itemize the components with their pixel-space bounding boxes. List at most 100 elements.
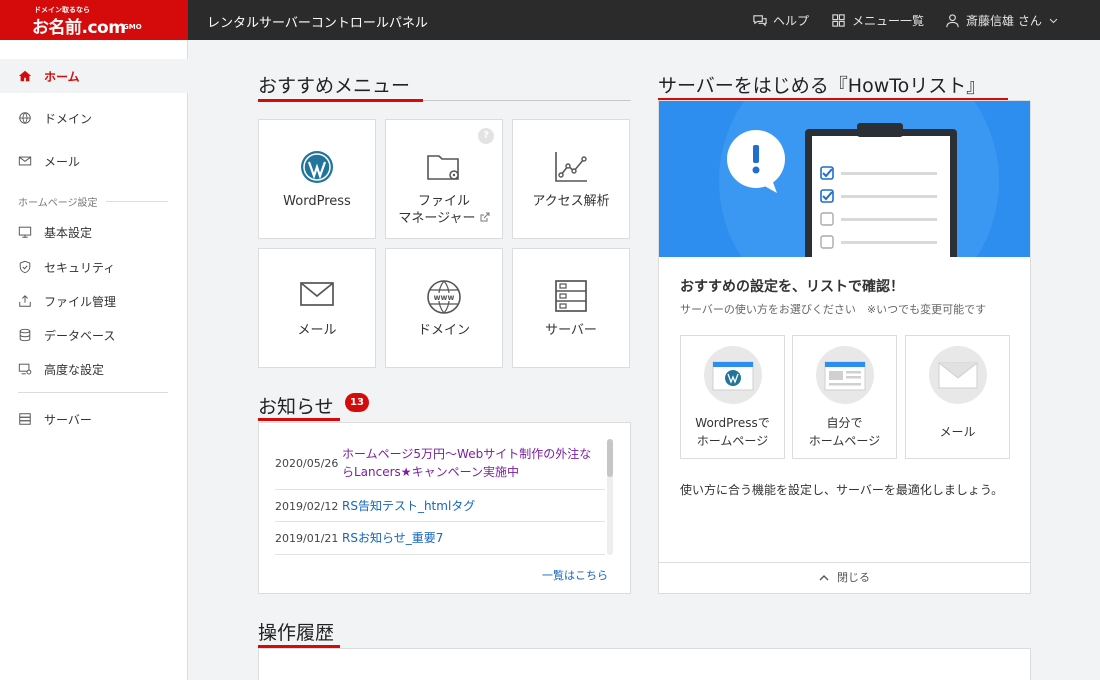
card-label: WordPressで ホームページ (695, 416, 770, 448)
folder-gear-icon (427, 155, 459, 180)
tile-file-manager[interactable]: ? ファイル マネージャー (385, 119, 503, 239)
monitor-gear-icon (18, 363, 32, 375)
howto-panel: おすすめの設定を、リストで確認！ サーバーの使い方をお選びください ※いつでも変… (658, 100, 1031, 594)
wordpress-browser-icon (712, 361, 754, 391)
divider (18, 392, 168, 393)
sidebar-item-label: データベース (44, 328, 116, 343)
sidebar-item-label: サーバー (44, 412, 92, 427)
howto-close-button[interactable]: 閉じる (659, 562, 1030, 593)
menu-list-link[interactable]: メニュー一覧 (831, 12, 924, 29)
tile-wordpress[interactable]: WordPress (258, 119, 376, 239)
user-menu[interactable]: 斎藤信雄 さん (945, 12, 1059, 29)
sidebar-item-label: ファイル管理 (44, 294, 117, 309)
news-panel: 2020/05/26 ホームページ5万円〜Webサイト制作の外注な らLance… (258, 422, 631, 594)
browser-layout-icon (824, 361, 866, 391)
tile-label: ドメイン (417, 323, 470, 338)
chevron-up-icon (819, 575, 829, 581)
news-link[interactable]: RSお知らせ_重要7 (342, 529, 443, 547)
sidebar-item-security[interactable]: セキュリティ (0, 250, 188, 284)
chevron-down-icon (1049, 18, 1058, 24)
help-link[interactable]: ヘルプ (752, 12, 809, 29)
tile-domain[interactable]: www ドメイン (385, 248, 503, 368)
sidebar-section-label: ホームページ設定 (18, 198, 98, 209)
sidebar-item-label: メール (44, 154, 81, 169)
card-illustration (816, 346, 874, 404)
card-illustration (929, 346, 987, 404)
sidebar-item-label: セキュリティ (44, 260, 116, 275)
top-header: ドメイン取るなら お名前.com GMO レンタルサーバーコントロールパネル ヘ… (0, 0, 1100, 40)
user-name: 斎藤信雄 さん (966, 14, 1042, 28)
mail-icon (18, 156, 32, 166)
divider (105, 201, 168, 202)
sidebar: ホーム ドメイン メール ホームページ設定 基本設定 セキュリティ ファイル管理… (0, 40, 188, 680)
howto-card-wordpress[interactable]: WordPressで ホームページ (680, 335, 785, 459)
sidebar-item-database[interactable]: データベース (0, 318, 188, 352)
tile-server[interactable]: サーバー (512, 248, 630, 368)
envelope-icon (938, 362, 978, 389)
tile-label: サーバー (545, 323, 597, 338)
logo-text: お名前.com (32, 18, 126, 38)
news-item[interactable]: 2020/05/26 ホームページ5万円〜Webサイト制作の外注な らLance… (275, 437, 605, 490)
news-date: 2019/02/12 (275, 500, 339, 513)
checklist-illustration (719, 101, 999, 257)
svg-text:www: www (434, 293, 455, 302)
help-badge[interactable]: ? (478, 128, 494, 144)
tile-access-analytics[interactable]: アクセス解析 (512, 119, 630, 239)
scrollbar-thumb[interactable] (607, 439, 613, 477)
news-link[interactable]: ホームページ5万円〜Webサイト制作の外注な らLancers★キャンペーン実施… (342, 445, 602, 481)
tile-label: WordPress (283, 194, 351, 209)
sidebar-item-home[interactable]: ホーム (0, 59, 188, 93)
sidebar-item-file-management[interactable]: ファイル管理 (0, 284, 188, 318)
logo[interactable]: ドメイン取るなら お名前.com GMO (0, 0, 188, 40)
tile-label-line: ファイル (417, 194, 470, 209)
wordpress-icon (301, 151, 333, 183)
heading-underline (258, 99, 423, 102)
howto-hero-illustration (659, 101, 1030, 257)
tile-mail[interactable]: メール (258, 248, 376, 368)
sidebar-item-label: ホーム (44, 69, 80, 84)
news-more-link[interactable]: 一覧はこちら (542, 567, 608, 583)
shield-icon (19, 260, 31, 274)
upload-icon (19, 295, 31, 307)
card-illustration (704, 346, 762, 404)
howto-title: サーバーをはじめる『HowToリスト』 (658, 75, 986, 97)
grid-icon (832, 14, 845, 27)
tile-label: メール (297, 323, 337, 338)
app-title: レンタルサーバーコントロールパネル (207, 16, 428, 31)
news-count-badge: 13 (345, 393, 369, 412)
recommended-title: おすすめメニュー (258, 75, 411, 97)
history-title: 操作履歴 (258, 622, 335, 644)
database-icon (19, 328, 31, 342)
sidebar-item-mail[interactable]: メール (0, 144, 188, 178)
tile-label-line: マネージャー (386, 210, 502, 227)
news-item[interactable]: 2019/01/21 RSお知らせ_重要7 (275, 522, 605, 555)
sidebar-section-homepage: ホームページ設定 (18, 194, 168, 209)
howto-card-own-homepage[interactable]: 自分で ホームページ (792, 335, 897, 459)
user-icon (946, 14, 959, 28)
howto-description: 使い方に合う機能を設定し、サーバーを最適化しましょう。 (680, 483, 1004, 497)
mail-icon (300, 282, 334, 306)
globe-icon (19, 112, 31, 124)
sidebar-item-domain[interactable]: ドメイン (0, 101, 188, 135)
news-title: お知らせ (258, 396, 334, 418)
howto-card-mail[interactable]: メール (905, 335, 1010, 459)
sidebar-item-label: 高度な設定 (44, 362, 105, 377)
tile-label: ファイル マネージャー (386, 193, 502, 227)
news-item[interactable]: 2019/02/12 RS告知テスト_htmlタグ (275, 490, 605, 522)
sidebar-item-server[interactable]: サーバー (0, 402, 188, 436)
scrollbar[interactable] (607, 439, 613, 555)
home-icon (18, 70, 32, 82)
card-label: メール (939, 425, 976, 439)
heading-underline (258, 418, 340, 421)
logo-suffix: GMO (123, 23, 142, 31)
www-globe-icon: www (427, 280, 461, 314)
monitor-icon (18, 226, 32, 238)
help-icon (753, 15, 767, 27)
sidebar-item-advanced-settings[interactable]: 高度な設定 (0, 352, 188, 386)
menu-list-label: メニュー一覧 (852, 14, 925, 28)
sidebar-item-basic-settings[interactable]: 基本設定 (0, 215, 188, 249)
tile-label: アクセス解析 (532, 194, 610, 209)
line-chart-icon (555, 152, 587, 182)
sidebar-item-label: ドメイン (44, 111, 93, 126)
news-link[interactable]: RS告知テスト_htmlタグ (342, 497, 475, 515)
